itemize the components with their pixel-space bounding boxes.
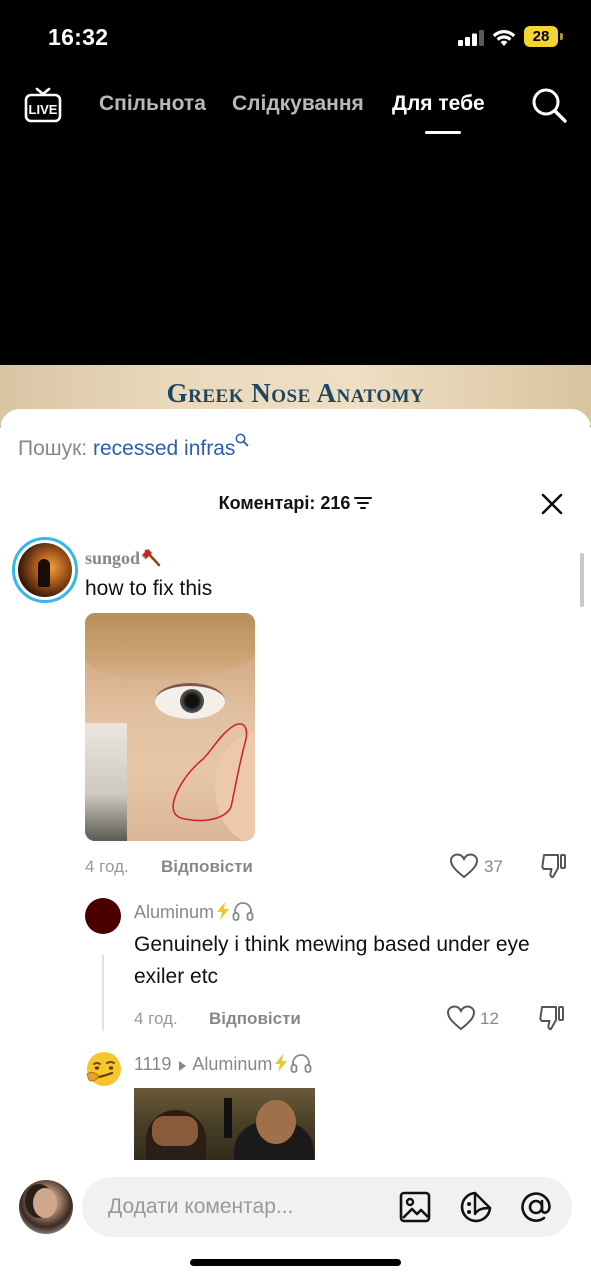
image-icon[interactable] [398, 1190, 432, 1224]
comment-photo[interactable] [85, 613, 255, 841]
search-prefix: Пошук: [18, 437, 88, 460]
reply-username[interactable]: Aluminum [134, 901, 254, 923]
reply-arrow-icon [179, 1061, 187, 1071]
like-count: 12 [480, 1009, 499, 1028]
avatar-image [18, 543, 72, 597]
mention-icon[interactable] [519, 1190, 553, 1224]
username-text: sungod [85, 548, 141, 568]
signal-icon [458, 30, 484, 46]
gif-mic [224, 1098, 232, 1138]
commenter-username[interactable]: sungod [85, 547, 162, 569]
reply-time: 4 год. [134, 1009, 178, 1028]
reply-avatar[interactable] [85, 898, 121, 934]
tab-community[interactable]: Спільнота [99, 92, 206, 116]
close-icon[interactable] [541, 493, 563, 515]
comment-composer [0, 1160, 591, 1280]
search-term-link[interactable]: recessed infras [93, 437, 235, 460]
gif-hands [152, 1116, 198, 1146]
tab-for-you[interactable]: Для тебе [392, 92, 485, 116]
live-icon[interactable]: LIVE [24, 86, 62, 124]
lightning-icon [217, 902, 230, 920]
headphones-icon [291, 1054, 312, 1073]
related-search[interactable]: Пошук: recessed infras [18, 433, 249, 461]
lightning-icon [275, 1054, 288, 1072]
battery-indicator: 28 [524, 26, 558, 47]
heart-icon[interactable] [447, 1005, 475, 1031]
my-avatar[interactable] [19, 1180, 73, 1234]
reply-button[interactable]: Відповісти [209, 1009, 301, 1029]
status-bar: 16:32 28 [0, 0, 591, 74]
comments-sheet: Пошук: recessed infras Коментарі: 216 su… [0, 409, 591, 1280]
scrollbar[interactable] [580, 553, 584, 607]
active-tab-indicator [425, 131, 461, 134]
top-nav: LIVE Спільнота Слідкування Для тебе [0, 74, 591, 140]
wifi-icon [492, 30, 516, 46]
red-annotation [172, 723, 248, 822]
add-comment-input[interactable] [82, 1177, 572, 1237]
live-label: LIVE [29, 102, 58, 117]
username-text: 1119 [134, 1054, 172, 1074]
search-icon [235, 433, 249, 447]
status-time: 16:32 [48, 24, 109, 50]
reply-button[interactable]: Відповісти [161, 857, 253, 877]
emoji-sticker-icon[interactable] [459, 1190, 493, 1224]
battery-tip [560, 33, 563, 40]
axe-icon [141, 549, 161, 567]
dislike-icon[interactable] [540, 852, 568, 880]
heart-icon[interactable] [450, 853, 478, 879]
username-text: Aluminum [134, 902, 215, 922]
search-icon[interactable] [530, 86, 568, 124]
commenter-avatar[interactable] [12, 537, 78, 603]
sort-icon[interactable] [354, 496, 373, 510]
reply-username[interactable]: 1119 Aluminum [134, 1053, 312, 1075]
smirk-emoji-avatar[interactable] [85, 1050, 123, 1088]
like-count: 37 [484, 857, 503, 876]
thread-line [102, 955, 104, 1031]
comments-count: Коментарі: 216 [218, 493, 351, 513]
video-title: Greek Nose Anatomy [166, 378, 425, 408]
comments-header: Коментарі: 216 [0, 493, 591, 514]
dislike-icon[interactable] [538, 1004, 566, 1032]
comment-text: how to fix this [85, 577, 213, 600]
reply-to-username: Aluminum [192, 1054, 273, 1074]
headphones-icon [232, 902, 254, 921]
battery-level: 28 [532, 28, 550, 45]
home-indicator [190, 1259, 401, 1266]
reply-text: Genuinely i think mewing based under eye… [134, 933, 530, 988]
tab-following[interactable]: Слідкування [232, 92, 364, 116]
gif-face [256, 1100, 296, 1144]
comment-time: 4 год. [85, 857, 129, 876]
